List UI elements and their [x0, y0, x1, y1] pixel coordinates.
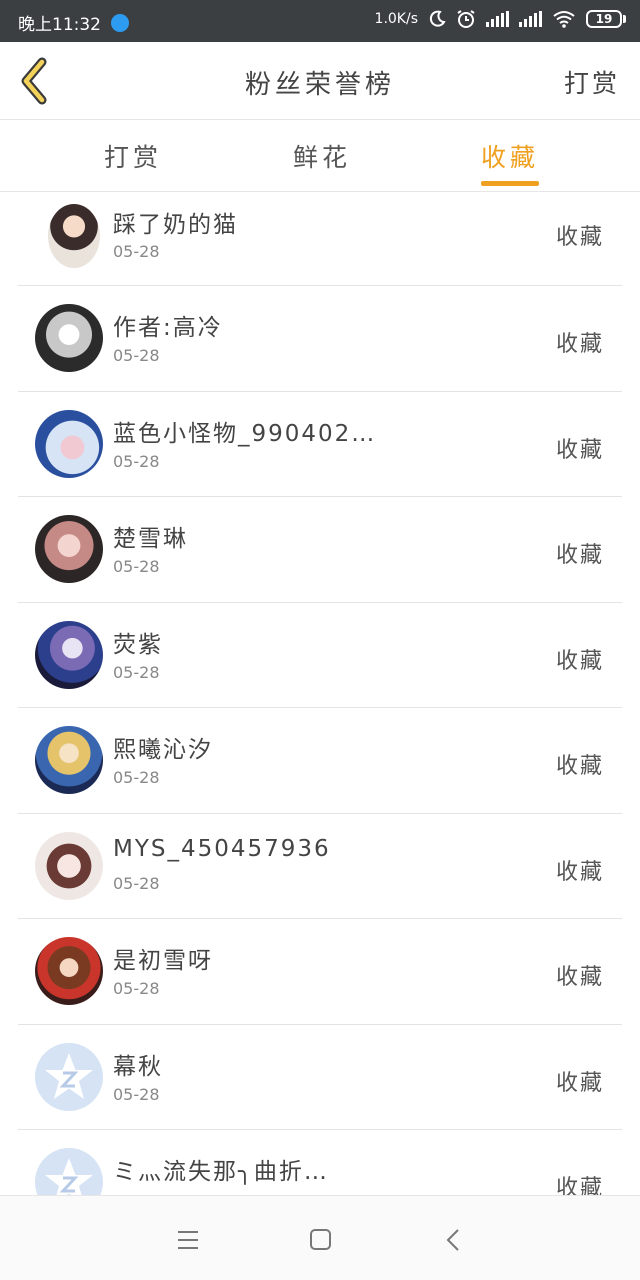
favorite-label: 收藏 — [555, 754, 604, 779]
default-star-avatar — [35, 1148, 103, 1195]
fan-date: 05-28 — [113, 873, 160, 893]
favorite-label: 收藏 — [555, 648, 604, 674]
list-item[interactable]: 熙曦沁汐 05-28 收藏 — [18, 708, 622, 814]
default-star-avatar — [35, 1042, 103, 1111]
favorite-label: 收藏 — [555, 859, 604, 885]
fan-name: 踩了奶的猫 — [113, 212, 238, 238]
cell-signal-icon — [486, 11, 509, 27]
wifi-icon — [553, 11, 575, 28]
system-nav-bar — [0, 1195, 640, 1280]
battery-icon: 19 — [586, 10, 626, 28]
fan-name: 荧紫 — [113, 631, 163, 658]
list-item[interactable]: 踩了奶的猫 05-28 收藏 — [18, 192, 622, 286]
list-item[interactable]: MYS_450457936 05-28 收藏 — [18, 814, 622, 919]
anime-girl-avatar — [48, 204, 100, 268]
fan-name: 作者:高冷 — [113, 315, 223, 341]
reward-button[interactable]: 打赏 — [564, 64, 620, 100]
fan-date: 05-28 — [113, 346, 160, 365]
cell-signal-2-icon — [519, 11, 542, 27]
list-item[interactable]: 楚雪琳 05-28 收藏 — [18, 497, 622, 603]
star-icon — [45, 1052, 93, 1099]
fan-list: 踩了奶的猫 05-28 收藏 作者:高冷 05-28 收藏 蓝色小怪物_9904… — [18, 192, 622, 1195]
photo-girl-avatar — [35, 515, 103, 583]
favorite-label: 收藏 — [555, 965, 604, 990]
fan-date: 05-28 — [113, 1084, 160, 1104]
star-icon — [45, 1158, 93, 1195]
fan-name: 是初雪呀 — [113, 948, 213, 974]
page-title: 粉丝荣誉榜 — [244, 70, 395, 100]
favorite-label: 收藏 — [555, 1176, 604, 1195]
anime-blonde-avatar — [35, 726, 103, 794]
anime-girl-eyepatch-avatar — [35, 304, 103, 372]
list-item[interactable]: 蓝色小怪物_990402… 05-28 收藏 — [18, 392, 622, 497]
status-left: 晚上11:32 — [18, 10, 129, 35]
favorite-label: 收藏 — [555, 225, 604, 250]
fan-name: ミ灬流失那╮曲折… — [113, 1159, 329, 1185]
app-header: 粉丝荣誉榜 打赏 — [0, 42, 640, 120]
square-home-icon — [310, 1229, 331, 1250]
favorite-label: 收藏 — [555, 332, 604, 357]
fan-date: 05-28 — [113, 557, 160, 576]
home-button[interactable] — [302, 1222, 338, 1258]
app-notification-icon — [111, 13, 129, 32]
fan-date: 05-28 — [113, 979, 160, 998]
fan-date: 05-28 — [113, 242, 160, 261]
list-item[interactable]: 幕秋 05-28 收藏 — [18, 1025, 622, 1130]
status-right: 1.0K/s 19 — [375, 9, 626, 29]
chevron-left-icon — [446, 1229, 459, 1251]
list-item[interactable]: 荧紫 05-28 收藏 — [18, 603, 622, 708]
list-item[interactable]: 作者:高冷 05-28 收藏 — [18, 286, 622, 392]
tab-favorites[interactable]: 收藏 — [481, 138, 539, 174]
tab-bar: 打赏 鲜花 收藏 — [0, 120, 640, 192]
list-item[interactable]: 是初雪呀 05-28 收藏 — [18, 919, 622, 1025]
status-bar: 晚上11:32 1.0K/s 19 — [0, 0, 640, 42]
tab-flowers[interactable]: 鲜花 — [293, 138, 351, 174]
list-item[interactable]: ミ灬流失那╮曲折… 收藏 — [18, 1130, 622, 1195]
status-time: 晚上11:32 — [18, 15, 101, 35]
favorite-label: 收藏 — [555, 437, 604, 463]
tab-reward[interactable]: 打赏 — [104, 138, 162, 174]
back-nav-button[interactable] — [436, 1222, 472, 1258]
fan-date: 05-28 — [113, 451, 160, 471]
net-speed: 1.0K/s — [374, 11, 418, 27]
battery-level: 19 — [586, 10, 622, 28]
fan-name: MYS_450457936 — [113, 835, 331, 862]
fan-name: 楚雪琳 — [113, 526, 188, 552]
alarm-icon — [457, 10, 475, 28]
menu-icon — [178, 1231, 198, 1249]
active-tab-indicator — [481, 181, 539, 186]
fan-date: 05-28 — [113, 662, 160, 682]
fan-name: 蓝色小怪物_990402… — [113, 420, 377, 447]
anime-boy-blue-avatar — [35, 409, 103, 478]
favorite-label: 收藏 — [555, 543, 604, 568]
moon-icon — [429, 10, 446, 27]
fan-name: 熙曦沁汐 — [113, 737, 213, 763]
fan-date: 05-28 — [113, 768, 160, 787]
anime-purple-avatar — [35, 620, 103, 689]
anime-red-avatar — [35, 937, 103, 1005]
menu-button[interactable] — [170, 1222, 206, 1258]
favorite-label: 收藏 — [555, 1070, 604, 1096]
fan-name: 幕秋 — [113, 1053, 163, 1080]
photo-girl-avatar — [35, 831, 103, 900]
